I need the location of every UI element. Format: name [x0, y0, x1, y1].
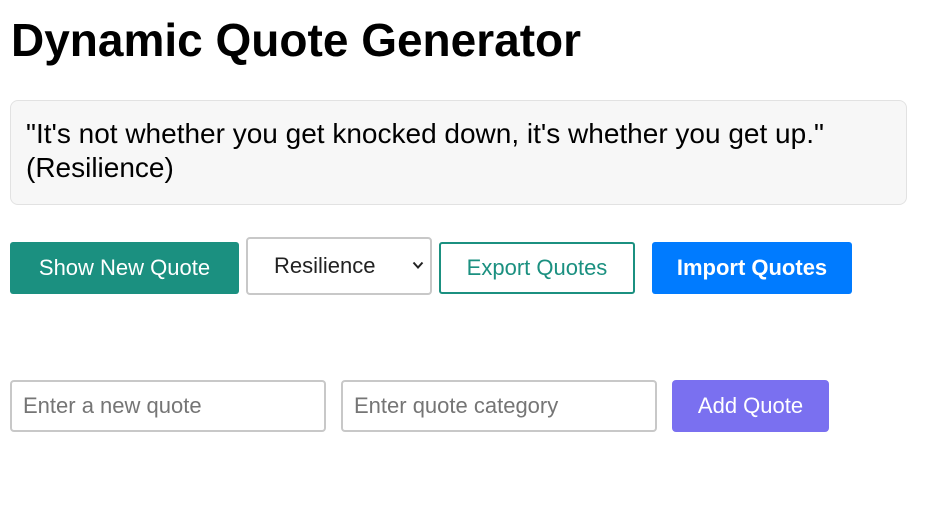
quote-text: "It's not whether you get knocked down, …: [26, 118, 824, 149]
export-quotes-button[interactable]: Export Quotes: [439, 242, 635, 294]
category-filter-value: Resilience: [274, 253, 376, 278]
quote-display: "It's not whether you get knocked down, …: [10, 100, 907, 205]
page-title: Dynamic Quote Generator: [11, 14, 582, 66]
quote-category: (Resilience): [26, 152, 174, 183]
new-quote-input[interactable]: [10, 380, 326, 432]
category-filter-select[interactable]: Resilience: [246, 237, 432, 295]
chevron-down-icon: [412, 261, 424, 269]
import-quotes-button[interactable]: Import Quotes: [652, 242, 852, 294]
new-category-input[interactable]: [341, 380, 657, 432]
add-quote-button[interactable]: Add Quote: [672, 380, 829, 432]
show-new-quote-button[interactable]: Show New Quote: [10, 242, 239, 294]
